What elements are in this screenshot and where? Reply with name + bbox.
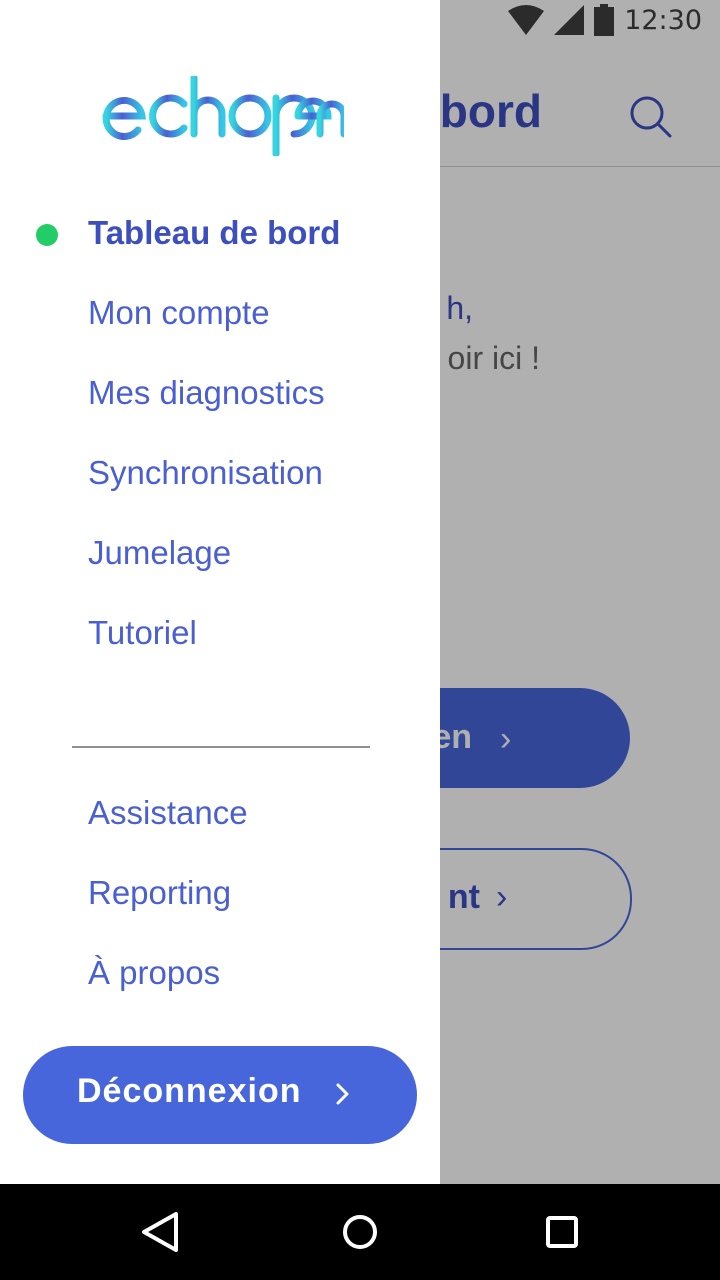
menu-item-synchronisation[interactable]: Synchronisation — [0, 440, 440, 510]
active-indicator-dot — [36, 224, 58, 246]
menu-item-label: Tutoriel — [88, 614, 197, 651]
recents-icon[interactable] — [538, 1208, 586, 1256]
menu-item-reporting[interactable]: Reporting — [0, 860, 440, 930]
menu-item-tableau-de-bord[interactable]: Tableau de bord — [0, 200, 440, 270]
menu-item-label: Synchronisation — [88, 454, 323, 491]
menu-item-label: Mon compte — [88, 294, 270, 331]
navigation-drawer: Tableau de bord Mon compte Mes diagnosti… — [0, 0, 440, 1184]
menu-item-label: Mes diagnostics — [88, 374, 325, 411]
logout-button[interactable]: Déconnexion — [23, 1046, 417, 1144]
menu-divider — [72, 746, 370, 748]
menu-item-jumelage[interactable]: Jumelage — [0, 520, 440, 590]
menu-item-mon-compte[interactable]: Mon compte — [0, 280, 440, 350]
menu-item-a-propos[interactable]: À propos — [0, 940, 440, 1010]
menu-item-tutoriel[interactable]: Tutoriel — [0, 600, 440, 670]
logout-label: Déconnexion — [77, 1072, 302, 1110]
chevron-right-icon — [336, 1083, 349, 1105]
echopen-logo — [102, 76, 344, 156]
back-icon[interactable] — [136, 1208, 184, 1256]
menu-item-label: Reporting — [88, 874, 232, 911]
signal-icon — [554, 5, 585, 35]
home-icon[interactable] — [336, 1208, 384, 1256]
wifi-icon — [508, 5, 545, 35]
menu-item-mes-diagnostics[interactable]: Mes diagnostics — [0, 360, 440, 430]
battery-icon — [594, 4, 615, 36]
menu-item-assistance[interactable]: Assistance — [0, 780, 440, 850]
menu-item-label: À propos — [88, 954, 221, 991]
system-navigation-bar — [0, 1184, 720, 1280]
menu-item-label: Assistance — [88, 794, 248, 831]
menu-item-label: Tableau de bord — [88, 214, 341, 251]
status-time: 12:30 — [624, 4, 702, 36]
menu-item-label: Jumelage — [88, 534, 232, 571]
